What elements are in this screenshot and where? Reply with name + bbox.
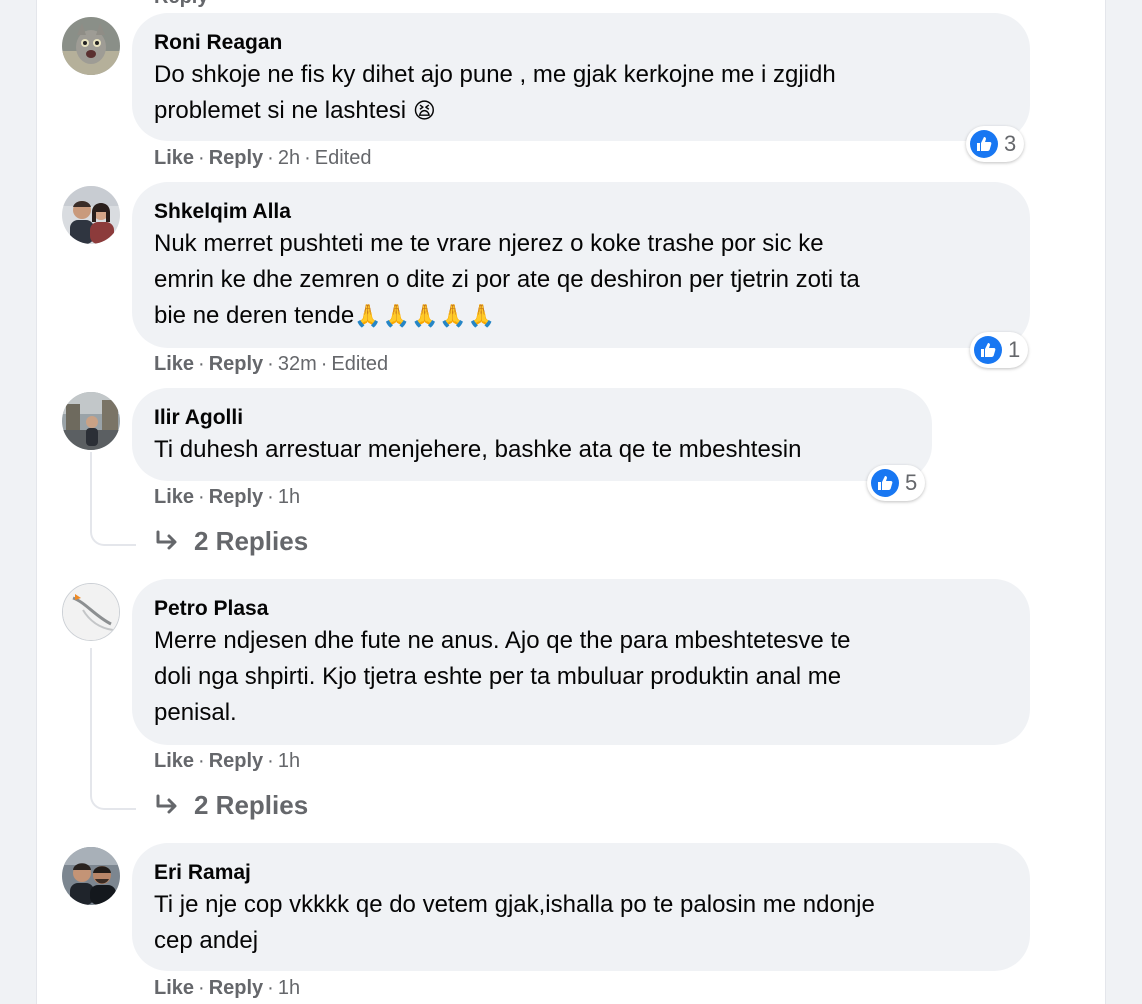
- reply-arrow-icon: [156, 530, 177, 549]
- page-background-strip: [0, 0, 6, 1004]
- comment-author[interactable]: Ilir Agolli: [154, 404, 910, 432]
- reply-thread-line: [90, 452, 136, 546]
- reaction-count-badge[interactable]: 1: [970, 332, 1029, 368]
- edited-label: Edited: [314, 147, 372, 169]
- thumbs-up-icon: [974, 336, 1002, 364]
- avatar-bird-avatar-icon[interactable]: [62, 583, 120, 641]
- comment-author[interactable]: Roni Reagan: [154, 29, 1008, 57]
- avatar-two-men-avatar-icon[interactable]: [62, 847, 120, 905]
- reply-link[interactable]: Reply: [209, 353, 263, 375]
- avatar-city-avatar-icon[interactable]: [62, 392, 120, 450]
- avatar-couple-avatar-icon[interactable]: [62, 186, 120, 244]
- comment-time[interactable]: 32m: [278, 353, 317, 375]
- like-link[interactable]: Like: [154, 353, 194, 375]
- comment-author[interactable]: Shkelqim Alla: [154, 198, 1008, 226]
- comment-actions: Like · Reply · 1h: [154, 750, 301, 772]
- comment-text: Ti duhesh arrestuar menjehere, bashke at…: [154, 436, 802, 463]
- reply-arrow-icon: [156, 794, 177, 813]
- like-link[interactable]: Like: [154, 977, 194, 999]
- reply-link[interactable]: Reply: [209, 750, 263, 772]
- view-replies-button[interactable]: 2 Replies: [154, 790, 308, 821]
- comment-bubble: Eri Ramaj Ti je nje cop vkkkk qe do vete…: [132, 843, 1030, 971]
- comment-time[interactable]: 1h: [278, 750, 300, 772]
- view-replies-button[interactable]: 2 Replies: [154, 526, 308, 557]
- comment-text: Nuk merret pushteti me te vrare njerez o…: [154, 230, 860, 329]
- comment-bubble: Petro Plasa Merre ndjesen dhe fute ne an…: [132, 579, 1030, 745]
- like-link[interactable]: Like: [154, 750, 194, 772]
- praying-hands-emoji-icon: 🙏🙏🙏🙏🙏: [354, 304, 497, 329]
- comment-bubble: Roni Reagan Do shkoje ne fis ky dihet aj…: [132, 13, 1030, 141]
- reply-link[interactable]: Reply: [209, 977, 263, 999]
- reply-link[interactable]: Reply: [209, 486, 263, 508]
- comment-bubble: Ilir Agolli Ti duhesh arrestuar menjeher…: [132, 388, 932, 481]
- comment-time[interactable]: 1h: [278, 977, 300, 999]
- previous-reply-link[interactable]: Reply: [154, 0, 208, 9]
- comment-author[interactable]: Eri Ramaj: [154, 859, 1008, 887]
- thumbs-up-icon: [871, 469, 899, 497]
- comment-time[interactable]: 2h: [278, 147, 300, 169]
- reply-link[interactable]: Reply: [209, 147, 263, 169]
- comment-text: Do shkoje ne fis ky dihet ajo pune , me …: [154, 61, 836, 124]
- thumbs-up-icon: [970, 130, 998, 158]
- comment-author[interactable]: Petro Plasa: [154, 595, 1008, 623]
- reaction-count-badge[interactable]: 3: [966, 126, 1025, 162]
- tired-face-emoji-icon: 😫: [412, 99, 436, 124]
- reaction-count-badge[interactable]: 5: [867, 465, 926, 501]
- comment-actions: Like · Reply · 32m · Edited: [154, 353, 389, 375]
- comment-actions: Like · Reply · 2h · Edited: [154, 147, 372, 169]
- comment-actions: Like · Reply · 1h: [154, 977, 301, 999]
- avatar-cat-avatar-icon[interactable]: [62, 17, 120, 75]
- comment-text: Merre ndjesen dhe fute ne anus. Ajo qe t…: [154, 627, 851, 726]
- comment-text: Ti je nje cop vkkkk qe do vetem gjak,ish…: [154, 891, 875, 954]
- like-link[interactable]: Like: [154, 486, 194, 508]
- comment-bubble: Shkelqim Alla Nuk merret pushteti me te …: [132, 182, 1030, 348]
- like-link[interactable]: Like: [154, 147, 194, 169]
- edited-label: Edited: [331, 353, 389, 375]
- comment-time[interactable]: 1h: [278, 486, 300, 508]
- comment-actions: Like · Reply · 1h: [154, 486, 301, 508]
- reply-thread-line: [90, 648, 136, 810]
